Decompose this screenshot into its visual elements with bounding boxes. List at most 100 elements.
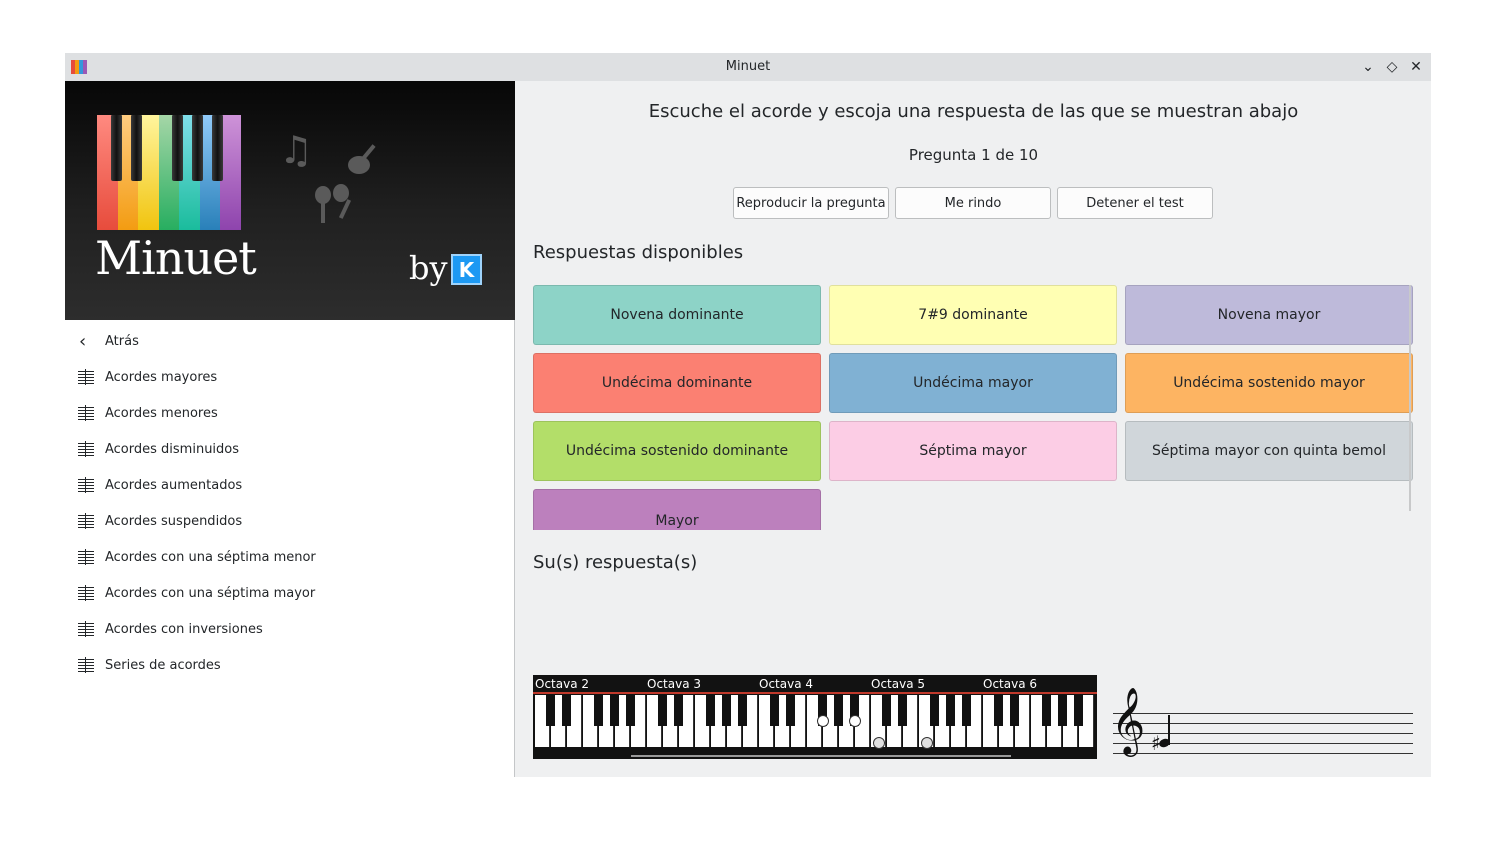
answer-tile[interactable]: Mayor: [533, 489, 821, 530]
piano-black-key[interactable]: [1010, 695, 1019, 726]
music-staff-icon: [78, 657, 94, 673]
piano-black-key[interactable]: [962, 695, 971, 726]
piano-black-key[interactable]: [930, 695, 939, 726]
answers-grid: Novena dominante 7#9 dominante Novena ma…: [533, 285, 1413, 530]
music-staff-icon: [78, 513, 94, 529]
close-button[interactable]: ✕: [1407, 58, 1425, 76]
piano-black-key[interactable]: [946, 695, 955, 726]
answer-tile[interactable]: Undécima sostenido mayor: [1125, 353, 1413, 413]
give-up-button[interactable]: Me rindo: [895, 187, 1051, 219]
back-button[interactable]: ‹ Atrás: [65, 323, 514, 359]
nav-item-acordes-aumentados[interactable]: Acordes aumentados: [65, 467, 514, 503]
piano-keys[interactable]: [533, 695, 1097, 749]
piano-black-key[interactable]: [722, 695, 731, 726]
piano-black-key[interactable]: [738, 695, 747, 726]
octave-label: Octava 3: [647, 677, 702, 691]
piano-black-key[interactable]: [1042, 695, 1051, 726]
guitar-icon: [345, 135, 389, 186]
piano-highlight-line: [533, 692, 1097, 694]
nav-item-label: Acordes disminuidos: [105, 441, 240, 457]
diamond-icon: ◇: [1386, 59, 1398, 75]
nav-item-acordes-mayores[interactable]: Acordes mayores: [65, 359, 514, 395]
piano-black-key[interactable]: [610, 695, 619, 726]
piano-black-key[interactable]: [562, 695, 571, 726]
staff-line: [1113, 713, 1413, 714]
chord-category-list: Acordes mayores Acordes menores Acordes …: [65, 359, 514, 683]
nav-item-acordes-disminuidos[interactable]: Acordes disminuidos: [65, 431, 514, 467]
kde-logo-icon: K: [451, 254, 482, 285]
exercise-panel: Escuche el acorde y escoja una respuesta…: [516, 81, 1431, 777]
piano-keyboard[interactable]: Octava 2 Octava 3 Octava 4 Octava 5 Octa…: [533, 675, 1097, 759]
piano-black-key[interactable]: [658, 695, 667, 726]
logo-black-key: [192, 115, 203, 181]
piano-black-key[interactable]: [706, 695, 715, 726]
music-staff-icon: [78, 369, 94, 385]
piano-black-key[interactable]: [770, 695, 779, 726]
title-bar[interactable]: Minuet ⌄ ◇ ✕: [65, 53, 1431, 81]
nav-item-series-de-acordes[interactable]: Series de acordes: [65, 647, 514, 683]
nav-item-label: Series de acordes: [105, 657, 221, 673]
sidebar: ♫ Minuet by K ‹ Atrás Acordes mayores Ac…: [65, 81, 515, 777]
nav-item-acordes-suspendidos[interactable]: Acordes suspendidos: [65, 503, 514, 539]
pressed-key-marker: [921, 737, 933, 749]
piano-black-key[interactable]: [994, 695, 1003, 726]
piano-black-key[interactable]: [882, 695, 891, 726]
nav-item-acordes-menores[interactable]: Acordes menores: [65, 395, 514, 431]
piano-black-key[interactable]: [834, 695, 843, 726]
app-window: Minuet ⌄ ◇ ✕ ♫ Minuet by K ‹ Atrás Acord…: [65, 53, 1431, 777]
octave-label: Octava 6: [983, 677, 1038, 691]
window-title: Minuet: [725, 59, 771, 74]
piano-black-key[interactable]: [1074, 695, 1083, 726]
piano-black-key[interactable]: [786, 695, 795, 726]
piano-black-key[interactable]: [626, 695, 635, 726]
answer-tile[interactable]: Undécima mayor: [829, 353, 1117, 413]
maximize-button[interactable]: ◇: [1383, 58, 1401, 76]
piano-scrollbar[interactable]: [631, 755, 1011, 757]
banner-title: Minuet: [95, 231, 257, 285]
chevron-down-icon: ⌄: [1362, 59, 1374, 75]
your-answers-title: Su(s) respuesta(s): [533, 552, 698, 573]
piano-black-key[interactable]: [546, 695, 555, 726]
banner-by: by: [409, 249, 448, 287]
nav-item-inversiones[interactable]: Acordes con inversiones: [65, 611, 514, 647]
nav-item-label: Acordes mayores: [105, 369, 218, 385]
answer-tile[interactable]: Novena dominante: [533, 285, 821, 345]
answer-tile[interactable]: Séptima mayor con quinta bemol: [1125, 421, 1413, 481]
answers-scrollbar[interactable]: [1409, 285, 1411, 511]
nav-item-septima-mayor[interactable]: Acordes con una séptima mayor: [65, 575, 514, 611]
available-answers-title: Respuestas disponibles: [533, 242, 744, 263]
stop-test-button[interactable]: Detener el test: [1057, 187, 1213, 219]
nav-item-septima-menor[interactable]: Acordes con una séptima menor: [65, 539, 514, 575]
nav-item-label: Acordes con una séptima mayor: [105, 585, 316, 601]
answer-tile[interactable]: Séptima mayor: [829, 421, 1117, 481]
answer-tile[interactable]: Undécima dominante: [533, 353, 821, 413]
octave-label: Octava 5: [871, 677, 926, 691]
play-question-button[interactable]: Reproducir la pregunta: [733, 187, 889, 219]
nav-item-label: Acordes menores: [105, 405, 218, 421]
staff-line: [1113, 723, 1413, 724]
nav-item-label: Acordes con una séptima menor: [105, 549, 316, 565]
music-staff-icon: [78, 477, 94, 493]
music-staff-icon: [78, 621, 94, 637]
music-staff-icon: [78, 441, 94, 457]
answer-tile[interactable]: Novena mayor: [1125, 285, 1413, 345]
nav-item-label: Acordes suspendidos: [105, 513, 243, 529]
minuet-banner: ♫ Minuet by K: [65, 81, 515, 320]
answer-tile[interactable]: 7#9 dominante: [829, 285, 1117, 345]
minimize-button[interactable]: ⌄: [1359, 58, 1377, 76]
answer-tile[interactable]: Undécima sostenido dominante: [533, 421, 821, 481]
piano-black-key[interactable]: [594, 695, 603, 726]
nav-item-label: Acordes aumentados: [105, 477, 243, 493]
music-staff: 𝄞 ♯: [1111, 691, 1413, 777]
octave-label: Octava 2: [535, 677, 590, 691]
logo-black-key: [131, 115, 142, 181]
pressed-key-marker: [873, 737, 885, 749]
nav-item-label: Acordes con inversiones: [105, 621, 263, 637]
treble-clef-icon: 𝄞: [1111, 686, 1146, 754]
pressed-key-marker: [849, 715, 861, 727]
piano-black-key[interactable]: [674, 695, 683, 726]
music-staff-icon: [78, 405, 94, 421]
piano-black-key[interactable]: [898, 695, 907, 726]
piano-black-key[interactable]: [1058, 695, 1067, 726]
octave-label: Octava 4: [759, 677, 814, 691]
